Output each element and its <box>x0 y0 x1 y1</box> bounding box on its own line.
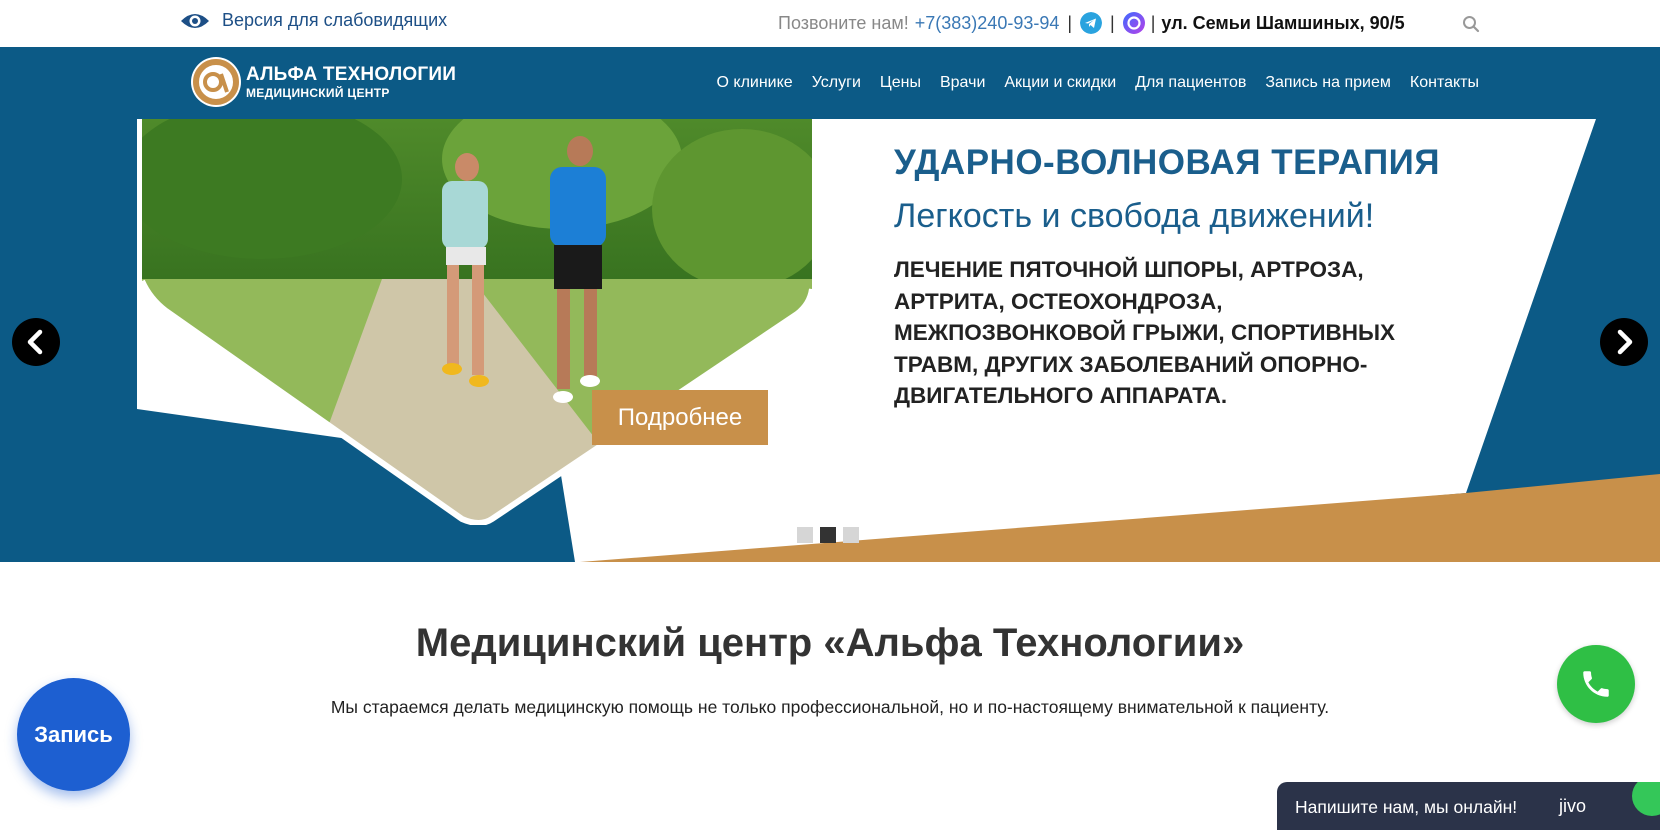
nav-item-doctors[interactable]: Врачи <box>940 74 985 92</box>
max-messenger-icon[interactable] <box>1122 12 1145 34</box>
logo-subtitle: МЕДИЦИНСКИЙ ЦЕНТР <box>246 86 390 100</box>
separator: | <box>1067 12 1073 33</box>
address: ул. Семьи Шамшиных, 90/5 <box>1161 12 1405 33</box>
slider-pagination <box>797 527 859 543</box>
more-button[interactable]: Подробнее <box>592 390 768 445</box>
call-label: Позвоните нам! <box>778 12 909 33</box>
contacts-block: Позвоните нам! +7(383)240-93-94 | | | ул… <box>778 12 1405 34</box>
slider-dot-1[interactable] <box>797 527 813 543</box>
top-bar: Версия для слабовидящих Позвоните нам! +… <box>0 0 1660 47</box>
low-vision-label: Версия для слабовидящих <box>222 10 448 30</box>
chat-widget[interactable]: Напишите нам, мы онлайн! jivo <box>1277 782 1660 830</box>
page-subtitle: Мы стараемся делать медицинскую помощь н… <box>330 697 1330 717</box>
slider-dot-2[interactable] <box>820 527 836 543</box>
nav-item-appointment[interactable]: Запись на прием <box>1265 74 1391 92</box>
nav-item-about[interactable]: О клинике <box>717 74 793 92</box>
logo-title: АЛЬФА ТЕХНОЛОГИИ <box>246 64 457 85</box>
main-navbar: АЛЬФА ТЕХНОЛОГИИ МЕДИЦИНСКИЙ ЦЕНТР О кли… <box>0 47 1660 119</box>
chevron-right-icon <box>1617 329 1633 355</box>
runners-photo <box>142 119 812 525</box>
separator: | <box>1150 12 1156 33</box>
logo[interactable]: АЛЬФА ТЕХНОЛОГИИ МЕДИЦИНСКИЙ ЦЕНТР <box>190 56 456 108</box>
phone-icon <box>1583 671 1609 697</box>
nav-item-promotions[interactable]: Акции и скидки <box>1004 74 1116 92</box>
slide-title: УДАРНО-ВОЛНОВАЯ ТЕРАПИЯ <box>894 143 1440 182</box>
separator: | <box>1110 12 1115 33</box>
slide-description: ЛЕЧЕНИЕ ПЯТОЧНОЙ ШПОРЫ, АРТРОЗА, АРТРИТА… <box>894 257 1396 408</box>
main-menu: О клинике Услуги Цены Врачи Акции и скид… <box>717 74 1480 92</box>
slider-next-button[interactable] <box>1600 318 1648 366</box>
nav-item-patients[interactable]: Для пациентов <box>1135 74 1246 92</box>
page-title: Медицинский центр «Альфа Технологии» <box>415 621 1245 665</box>
appointment-button[interactable]: Запись <box>17 678 130 791</box>
low-vision-link[interactable]: Версия для слабовидящих <box>180 10 447 31</box>
slide-text: УДАРНО-ВОЛНОВАЯ ТЕРАПИЯ Легкость и свобо… <box>894 143 1454 412</box>
nav-item-services[interactable]: Услуги <box>812 74 861 92</box>
chat-status-indicator <box>1632 782 1660 816</box>
slider-dot-3[interactable] <box>843 527 859 543</box>
slider-prev-button[interactable] <box>12 318 60 366</box>
eye-icon <box>181 13 209 28</box>
phone-link[interactable]: +7(383)240-93-94 <box>915 13 1060 34</box>
chevron-left-icon <box>27 329 43 355</box>
chat-label: Напишите нам, мы онлайн! <box>1295 797 1518 817</box>
telegram-icon[interactable] <box>1080 12 1103 34</box>
logo-icon <box>191 57 241 107</box>
search-icon[interactable] <box>1462 15 1480 33</box>
call-back-button[interactable] <box>1557 645 1635 723</box>
logo-text: АЛЬФА ТЕХНОЛОГИИ МЕДИЦИНСКИЙ ЦЕНТР <box>246 65 456 99</box>
jivo-logo: jivo <box>1559 796 1587 816</box>
slide-subtitle: Легкость и свобода движений! <box>894 197 1375 235</box>
hero-slider: Подробнее УДАРНО-ВОЛНОВАЯ ТЕРАПИЯ Легкос… <box>0 119 1660 562</box>
nav-item-prices[interactable]: Цены <box>880 74 921 92</box>
nav-item-contacts[interactable]: Контакты <box>1410 74 1479 92</box>
